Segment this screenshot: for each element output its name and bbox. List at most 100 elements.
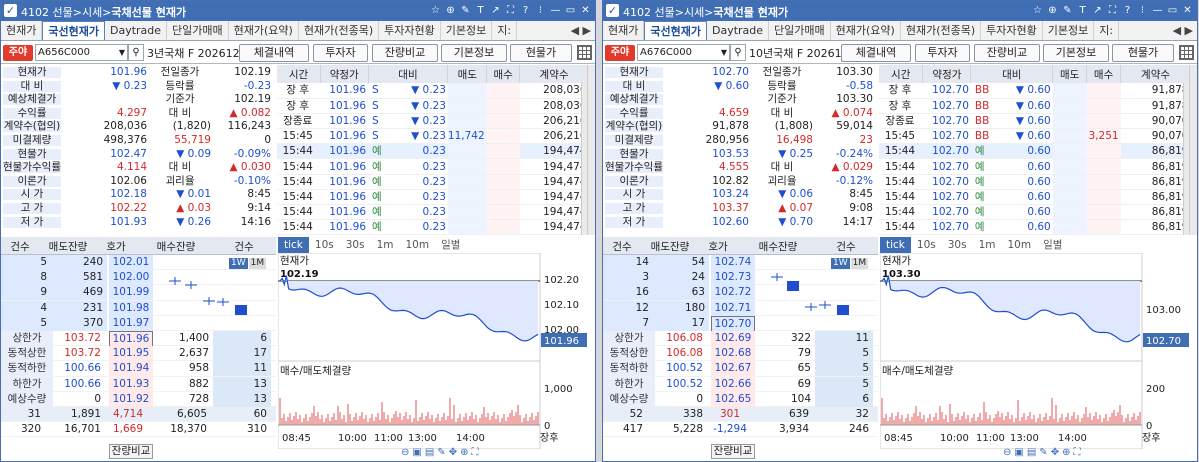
grid-view-icon[interactable]	[1179, 45, 1194, 60]
trade-row[interactable]: 장 후 101.96 S ▼ 0.23 208,036	[277, 98, 589, 114]
trade-row[interactable]: 15:45 101.96 S ▼ 0.23 11,742 206,216	[277, 128, 589, 145]
window-check-icon[interactable]: ✓	[4, 4, 17, 17]
bid-row[interactable]: 상한가 106.08 102.69 322 11	[603, 330, 878, 347]
chart-scrollbar[interactable]	[587, 65, 595, 235]
pin-icon[interactable]: ✎	[1061, 3, 1074, 18]
interval-tab[interactable]: 10s	[309, 237, 340, 253]
trade-row[interactable]: 15:44 102.70 예 0.60 86,819	[879, 219, 1191, 236]
lock-icon[interactable]: ⊕	[1046, 3, 1059, 18]
period-button[interactable]: 1W	[831, 258, 850, 269]
trade-col-header[interactable]: 계약수	[1120, 65, 1191, 83]
bid-row[interactable]: 동적하한 100.52 102.67 65 5	[603, 361, 878, 377]
help-icon[interactable]: ?	[519, 3, 532, 18]
search-icon[interactable]: ⚲	[128, 44, 144, 61]
chat-icon[interactable]: ▤	[1027, 447, 1036, 458]
text-icon[interactable]: T	[474, 3, 487, 18]
period-button[interactable]: 1M	[248, 258, 267, 269]
edit-icon[interactable]: ✎	[437, 447, 445, 458]
button-3[interactable]: 기본정보	[1043, 44, 1109, 62]
button-1[interactable]: 투자자	[313, 44, 368, 62]
trade-row[interactable]: 장 후 102.70 BB ▼ 0.60 91,878	[879, 98, 1191, 114]
chevron-down-icon[interactable]: ▼	[119, 45, 125, 60]
tab-7[interactable]: 기본정보	[1043, 21, 1095, 40]
close-icon[interactable]: ✕	[579, 3, 592, 18]
minimize-icon[interactable]: —	[549, 3, 562, 18]
trade-col-header[interactable]: 매도	[447, 65, 488, 83]
zoom-in-icon[interactable]: ⊕	[460, 447, 468, 458]
code-input[interactable]: A656C000 ▼	[35, 44, 128, 61]
trade-col-header[interactable]: 약정가	[922, 65, 972, 83]
window-check-icon[interactable]: ✓	[606, 4, 619, 17]
tab-5[interactable]: 현재가(전종목)	[901, 21, 982, 40]
pin-icon[interactable]: ✎	[459, 3, 472, 18]
title-bar[interactable]: ✓ 4102 선물>시세>국채선물 현재가 ☆ ⊕ ✎ T ↗ ⛶? ⁝ — ▭ ✕	[603, 1, 1197, 21]
bid-row[interactable]: 예상수량 0 102.65 104 6	[603, 391, 878, 407]
ob-col-header[interactable]: 매수잔량	[737, 239, 819, 254]
trade-row[interactable]: 15:44 101.96 예 0.23 194,474	[277, 219, 589, 236]
pan-icon[interactable]: ✥	[1051, 447, 1059, 458]
bid-row[interactable]: 상한가 103.72 101.96 1,400 6	[1, 330, 276, 348]
comment-icon[interactable]: ▣	[1014, 447, 1023, 458]
frame-icon[interactable]: ⛶	[1106, 3, 1119, 18]
tab-1[interactable]: 국선현재가	[644, 21, 707, 40]
lock-icon[interactable]: ⊕	[444, 3, 457, 18]
trade-col-header[interactable]: 대비	[368, 65, 449, 83]
title-bar[interactable]: ✓ 4102 선물>시세>국채선물 현재가 ☆ ⊕ ✎ T ↗ ⛶? ⁝ — ▭ ✕	[1, 1, 595, 21]
zoom-in-icon[interactable]: ⊕	[1062, 447, 1070, 458]
interval-tab[interactable]: 1m	[371, 237, 400, 253]
button-2[interactable]: 잔량비교	[372, 44, 438, 62]
balance-compare-button[interactable]: 잔량비교	[109, 444, 153, 459]
bid-row[interactable]: 하한가 100.52 102.66 69 5	[603, 376, 878, 392]
interval-tab[interactable]: 10m	[1002, 237, 1038, 253]
ob-col-header[interactable]: 건수	[603, 239, 641, 254]
interval-tab[interactable]: 30s	[942, 237, 973, 253]
tab-8[interactable]: 지:	[1094, 21, 1120, 40]
interval-tab[interactable]: 일별	[1037, 237, 1068, 253]
close-icon[interactable]: ✕	[1181, 3, 1194, 18]
zoom-out-icon[interactable]: ⊖	[1003, 447, 1011, 458]
ob-col-header[interactable]: 건수	[1, 239, 39, 254]
ob-col-header[interactable]: 매수잔량	[135, 239, 217, 254]
trade-row[interactable]: 15:44 102.70 예 0.60 86,819	[879, 189, 1191, 206]
star-icon[interactable]: ☆	[1031, 3, 1044, 18]
button-2[interactable]: 잔량비교	[974, 44, 1040, 62]
button-0[interactable]: 체결내역	[841, 44, 911, 62]
interval-tab[interactable]: 일별	[435, 237, 466, 253]
bid-row[interactable]: 예상수량 0 101.92 728 13	[1, 391, 276, 407]
bid-row[interactable]: 하한가 100.66 101.93 882 13	[1, 376, 276, 392]
edit-icon[interactable]: ✎	[1039, 447, 1047, 458]
trade-col-header[interactable]: 매수	[1086, 65, 1122, 83]
code-input[interactable]: A676C000 ▼	[637, 44, 730, 61]
trade-col-header[interactable]: 계약수	[519, 65, 589, 83]
trade-row[interactable]: 15:44 102.70 예 0.60 86,819	[879, 158, 1191, 175]
interval-tab[interactable]: 10s	[911, 237, 942, 253]
settings-icon[interactable]: ⁝	[1136, 3, 1149, 18]
trade-row[interactable]: 15:44 101.96 예 0.23 194,474	[277, 158, 589, 175]
ob-col-header[interactable]: 건수	[819, 239, 873, 254]
button-0[interactable]: 체결내역	[239, 44, 309, 62]
chart-canvas[interactable]: 현재가103.30103.00102.70매수/매도체결량200008:45 10…	[880, 253, 1191, 449]
chat-icon[interactable]: ▤	[425, 447, 434, 458]
trade-col-header[interactable]: 매도	[1052, 65, 1088, 83]
chart-canvas[interactable]: 현재가102.19102.20102.10102.00101.96매수/매도체결…	[278, 253, 589, 449]
link-icon[interactable]: ↗	[1091, 3, 1104, 18]
tab-3[interactable]: 단일가매매	[769, 21, 831, 40]
trade-row[interactable]: 15:44 101.96 예 0.23 194,474	[277, 174, 589, 190]
period-button[interactable]: 1W	[229, 258, 248, 269]
interval-tab[interactable]: 30s	[340, 237, 371, 253]
trade-col-header[interactable]: 대비	[970, 65, 1054, 83]
chevron-down-icon[interactable]: ▼	[721, 45, 727, 60]
tab-more-icon[interactable]: ◀ ▶	[566, 21, 595, 40]
ob-col-header[interactable]: 매도잔량	[641, 239, 699, 254]
ob-col-header[interactable]: 매도잔량	[39, 239, 97, 254]
link-icon[interactable]: ↗	[489, 3, 502, 18]
button-4[interactable]: 현물가	[1112, 44, 1174, 62]
trade-row[interactable]: 15:44 101.96 예 0.23 194,474	[277, 143, 589, 160]
interval-tab[interactable]: 1m	[973, 237, 1002, 253]
chart-scrollbar[interactable]	[1189, 65, 1197, 235]
trade-col-header[interactable]: 매수	[486, 65, 521, 83]
trade-row[interactable]: 15:45 102.70 BB ▼ 0.60 3,251 90,070	[879, 128, 1191, 145]
tab-2[interactable]: Daytrade	[707, 21, 770, 40]
tab-6[interactable]: 투자자현황	[981, 21, 1043, 40]
interval-tab[interactable]: tick	[880, 237, 911, 253]
